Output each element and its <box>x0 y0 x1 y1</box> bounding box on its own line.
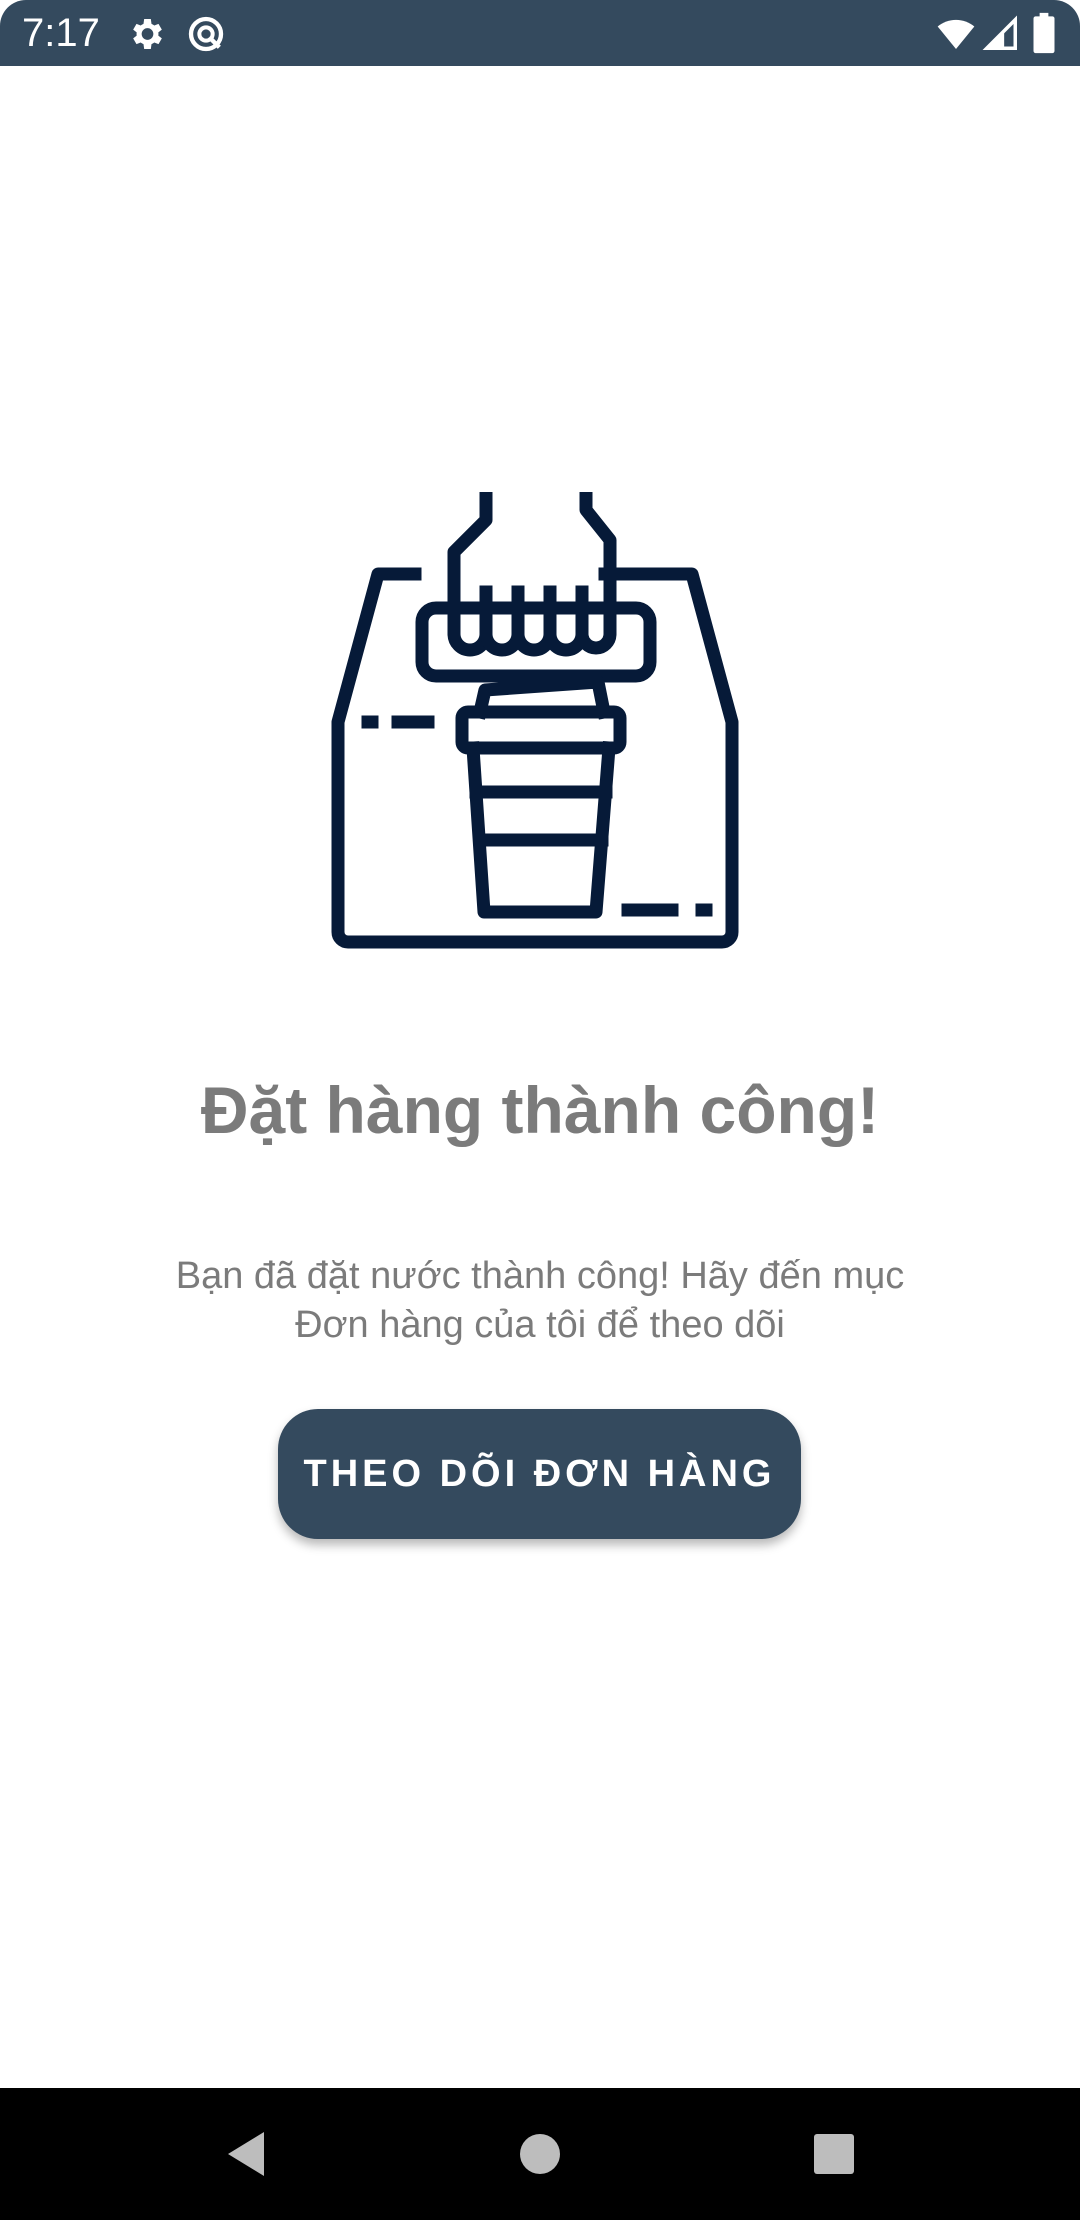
recents-icon[interactable] <box>802 2122 866 2186</box>
coffee-takeaway-box-icon <box>330 492 750 952</box>
track-order-button[interactable]: THEO DÕI ĐƠN HÀNG <box>278 1409 801 1539</box>
wifi-icon <box>934 14 978 54</box>
signal-icon <box>982 14 1020 54</box>
navigation-bar <box>0 2088 1080 2220</box>
status-bar: 7:17 <box>0 0 1080 66</box>
back-icon[interactable] <box>218 2122 282 2186</box>
gear-icon <box>126 14 166 54</box>
success-message: Bạn đã đặt nước thành công! Hãy đến mục … <box>120 1252 960 1350</box>
battery-icon <box>1030 12 1058 54</box>
status-time: 7:17 <box>22 11 100 55</box>
order-success-screen: 7:17 Đặt hàng thành công! Bạn đã đặt nướ… <box>0 0 1080 2220</box>
success-message-line-1: Bạn đã đặt nước thành công! Hãy đến mục <box>175 1255 905 1297</box>
no-data-sync-icon <box>186 14 226 54</box>
success-message-line-2: Đơn hàng của tôi để theo dõi <box>295 1304 785 1346</box>
home-icon[interactable] <box>508 2122 572 2186</box>
success-title: Đặt hàng thành công! <box>200 1073 880 1147</box>
